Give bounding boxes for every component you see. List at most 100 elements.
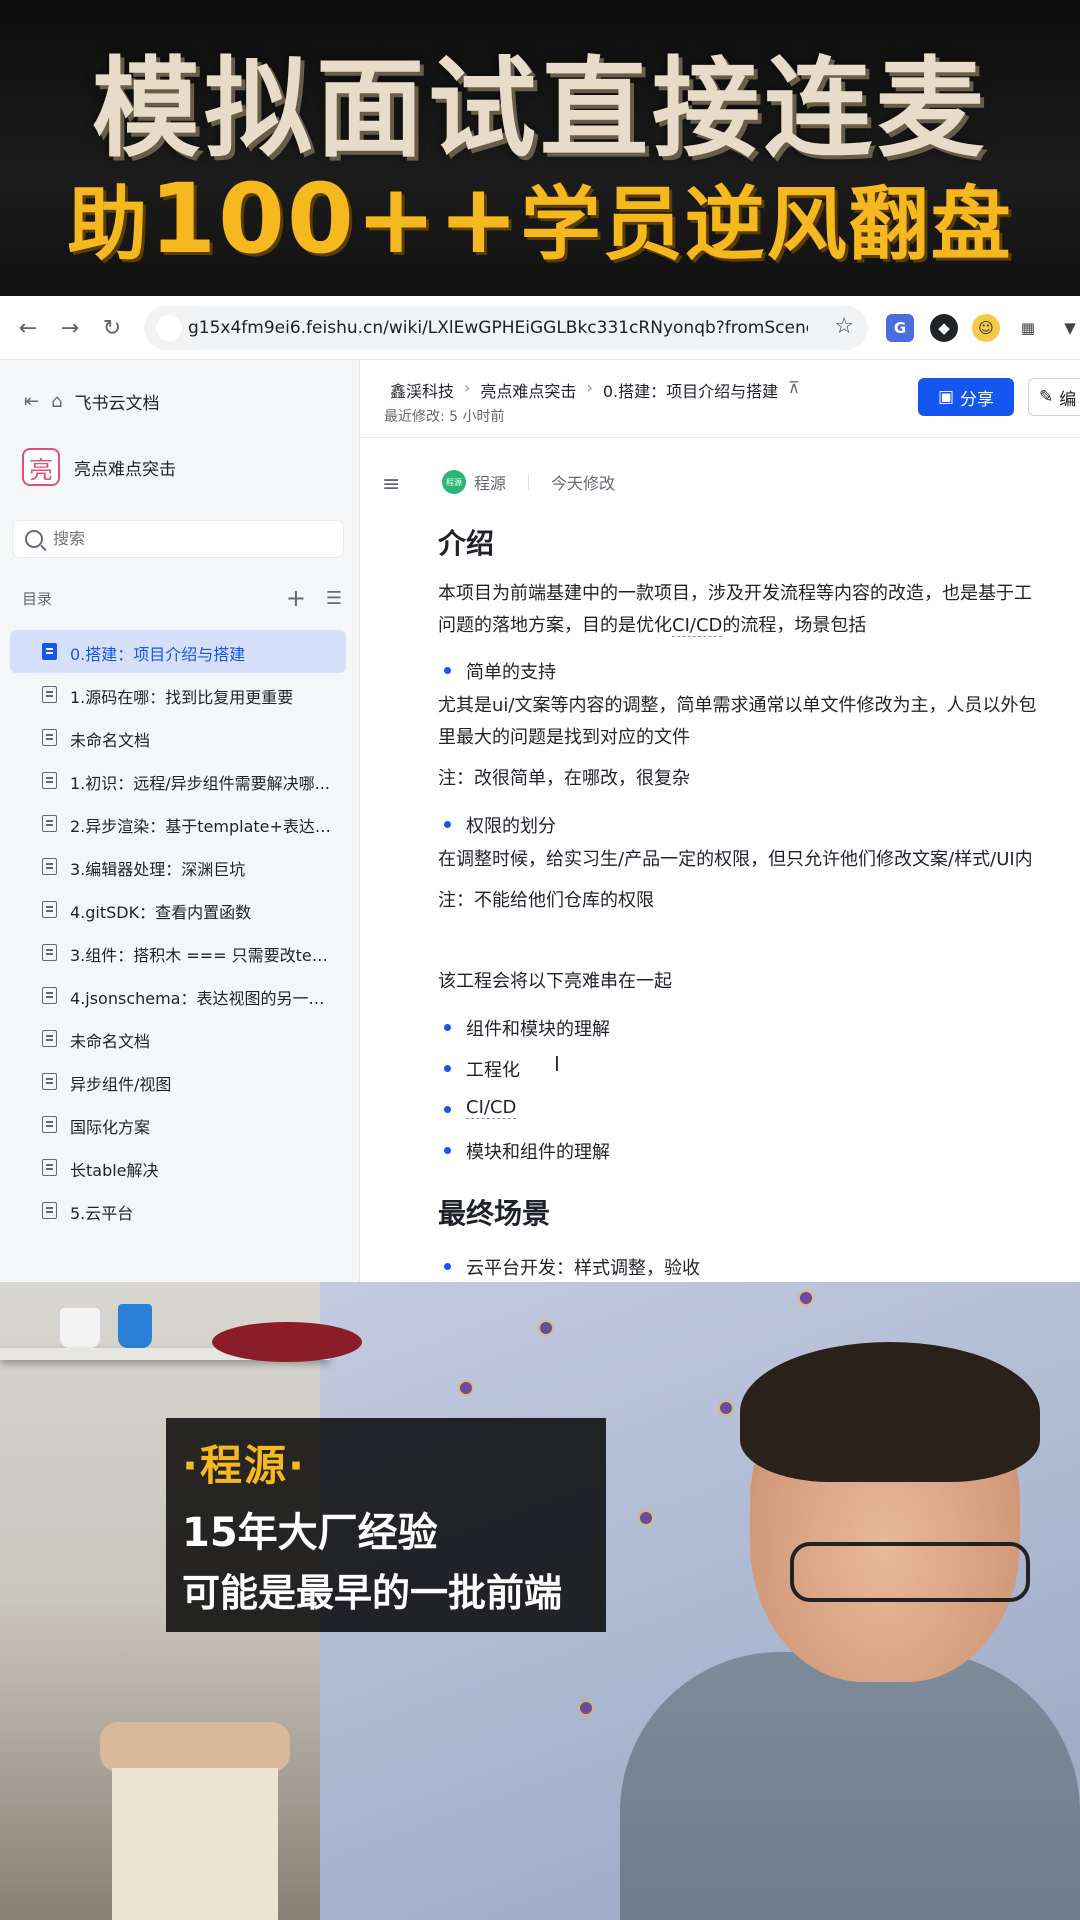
presenter-tagline: 可能是最早的一批前端 [182,1571,563,1615]
stool [100,1722,290,1920]
tree-item-label: 4.jsonschema：表达视图的另一种dsl [70,989,340,1008]
breadcrumb-item[interactable]: 亮点难点突击 [480,378,576,402]
planet-decal [460,1382,472,1394]
add-icon[interactable]: + [286,584,306,612]
url-text[interactable]: g15x4fm9ei6.feishu.cn/wiki/LXlEwGPHEiGGL… [188,318,808,338]
extension-icon[interactable]: ◆ [930,314,958,342]
modified-status: 今天修改 [551,474,616,493]
share-button[interactable]: ▣ 分享 [918,378,1014,416]
tree-item-label: 未命名文档 [70,731,151,750]
cups [60,1302,160,1348]
translate-extension-icon[interactable]: G [886,314,914,342]
tree-item-label: 未命名文档 [70,1032,151,1051]
tree-item[interactable]: 3.编辑器处理：深渊巨坑 [10,845,346,888]
site-info-icon[interactable] [156,315,182,341]
reload-icon[interactable]: ↻ [98,314,126,342]
bullet-item: 工程化 [438,1056,520,1082]
toc-label: 目录 [22,590,53,608]
banner-headline: 模拟面试直接连麦 [91,47,988,172]
extension-icon-partial[interactable]: ▼ [1056,314,1080,342]
promo-banner: 模拟面试直接连麦 助100++学员逆风翻盘 [0,0,1080,296]
home-link[interactable]: 飞书云文档 [75,389,160,414]
hair [740,1342,1040,1482]
emoji-extension-icon[interactable]: ☺ [972,314,1000,342]
banner-subheadline: 助100++学员逆风翻盘 [0,160,1080,276]
doc-icon [42,815,57,832]
doc-icon [42,1202,57,1219]
paragraph: 里最大的问题是找到对应的文件 [438,727,690,748]
tree-item[interactable]: 0.搭建：项目介绍与搭建 [10,630,346,673]
tree-item[interactable]: 4.jsonschema：表达视图的另一种dsl [10,974,346,1017]
banner-sub-suffix: 学员逆风翻盘 [520,178,1013,271]
home-icon[interactable]: ⌂ [51,391,62,412]
bullet-item: 权限的划分 [438,812,556,838]
search-input[interactable] [53,529,333,548]
chevron-right-icon: › [464,378,471,397]
author-name[interactable]: 程源 [474,470,506,494]
banner-sub-number: 100++ [149,163,521,275]
heading-final: 最终场景 [438,1197,551,1230]
tree-item[interactable]: 3.组件：搭积木 === 只需要改tem... [10,931,346,974]
tree-item-label: 3.组件：搭积木 === 只需要改tem... [70,946,340,965]
tree-item[interactable]: 4.gitSDK：查看内置函数 [10,888,346,931]
tree-item-label: 长table解决 [70,1161,159,1180]
tree-item[interactable]: 未命名文档 [10,716,346,759]
collapse-sidebar-icon[interactable]: ⇤ [24,391,39,412]
hoodie [620,1652,1080,1920]
hat [212,1322,362,1362]
doc-tree: 0.搭建：项目介绍与搭建 1.源码在哪：找到比复用更重要 未命名文档 1.初识：… [10,630,346,1232]
glasses [790,1542,1030,1602]
qr-extension-icon[interactable]: ▦ [1014,314,1042,342]
tree-item[interactable]: 未命名文档 [10,1017,346,1060]
back-arrow-icon[interactable]: ← [14,314,42,342]
browser-window: ← → ↻ g15x4fm9ei6.feishu.cn/wiki/LXlEwGP… [0,296,1080,1282]
note: 注：不能给他们仓库的权限 [438,890,654,911]
presenter-intro-card: ·程源· 15年大厂经验 可能是最早的一批前端 [166,1418,606,1632]
pin-icon[interactable]: ⊼ [788,378,800,402]
paragraph-text: 问题的落地方案，目的是优化 [438,615,672,636]
search-box[interactable] [12,520,344,558]
paragraph-link-text: CI/CD [672,615,723,637]
tree-item[interactable]: 1.源码在哪：找到比复用更重要 [10,673,346,716]
space-header[interactable]: 亮 亮点难点突击 [22,448,176,486]
text-cursor-icon: I [554,1052,560,1076]
tree-item-label: 0.搭建：项目介绍与搭建 [70,645,246,664]
planet-decal [540,1322,552,1334]
tree-item[interactable]: 2.异步渲染：基于template+表达式... [10,802,346,845]
presenter [620,1342,1080,1920]
planet-decal [800,1292,812,1304]
tree-item[interactable]: 长table解决 [10,1146,346,1189]
bookmark-star-icon[interactable]: ☆ [834,314,854,339]
doc-icon [42,1030,57,1047]
tree-item[interactable]: 国际化方案 [10,1103,346,1146]
tree-item-label: 3.编辑器处理：深渊巨坑 [70,860,246,879]
list-view-icon[interactable]: ☰ [326,588,342,609]
bullet-item: 组件和模块的理解 [438,1015,610,1041]
avatar: 程源 [442,470,466,494]
doc-icon [42,729,57,746]
space-avatar: 亮 [22,448,60,486]
address-bar[interactable]: g15x4fm9ei6.feishu.cn/wiki/LXlEwGPHEiGGL… [144,306,868,350]
share-icon: ▣ [937,387,955,407]
breadcrumb-item[interactable]: 鑫渓科技 [390,378,454,402]
note: 注：改很简单，在哪改，很复杂 [438,768,690,789]
breadcrumb: 鑫渓科技 › 亮点难点突击 › 0.搭建：项目介绍与搭建 ⊼ [390,378,800,402]
doc-icon [42,858,57,875]
tree-item[interactable]: 1.初识：远程/异步组件需要解决哪... [10,759,346,802]
tree-item-label: 1.初识：远程/异步组件需要解决哪... [70,774,330,793]
tree-item[interactable]: 异步组件/视图 [10,1060,346,1103]
edit-button[interactable]: ✎ 编 [1028,378,1080,416]
heading-intro: 介绍 [438,527,495,560]
banner-sub-prefix: 助 [67,178,150,271]
webcam-video: ·程源· 15年大厂经验 可能是最早的一批前端 [0,1282,1080,1920]
breadcrumb-item[interactable]: 0.搭建：项目介绍与搭建 [603,378,778,402]
tree-item[interactable]: 5.云平台 [10,1189,346,1232]
cup [118,1304,152,1348]
presenter-name: ·程源· [182,1441,306,1490]
paragraph: 该工程会将以下亮难串在一起 [438,971,672,992]
outline-menu-icon[interactable]: ≡ [382,472,400,497]
forward-arrow-icon[interactable]: → [56,314,84,342]
edit-label: 编 [1059,389,1077,410]
tree-item-label: 1.源码在哪：找到比复用更重要 [70,688,294,707]
sidebar-header: ⇤ ⌂ 飞书云文档 [24,388,160,414]
